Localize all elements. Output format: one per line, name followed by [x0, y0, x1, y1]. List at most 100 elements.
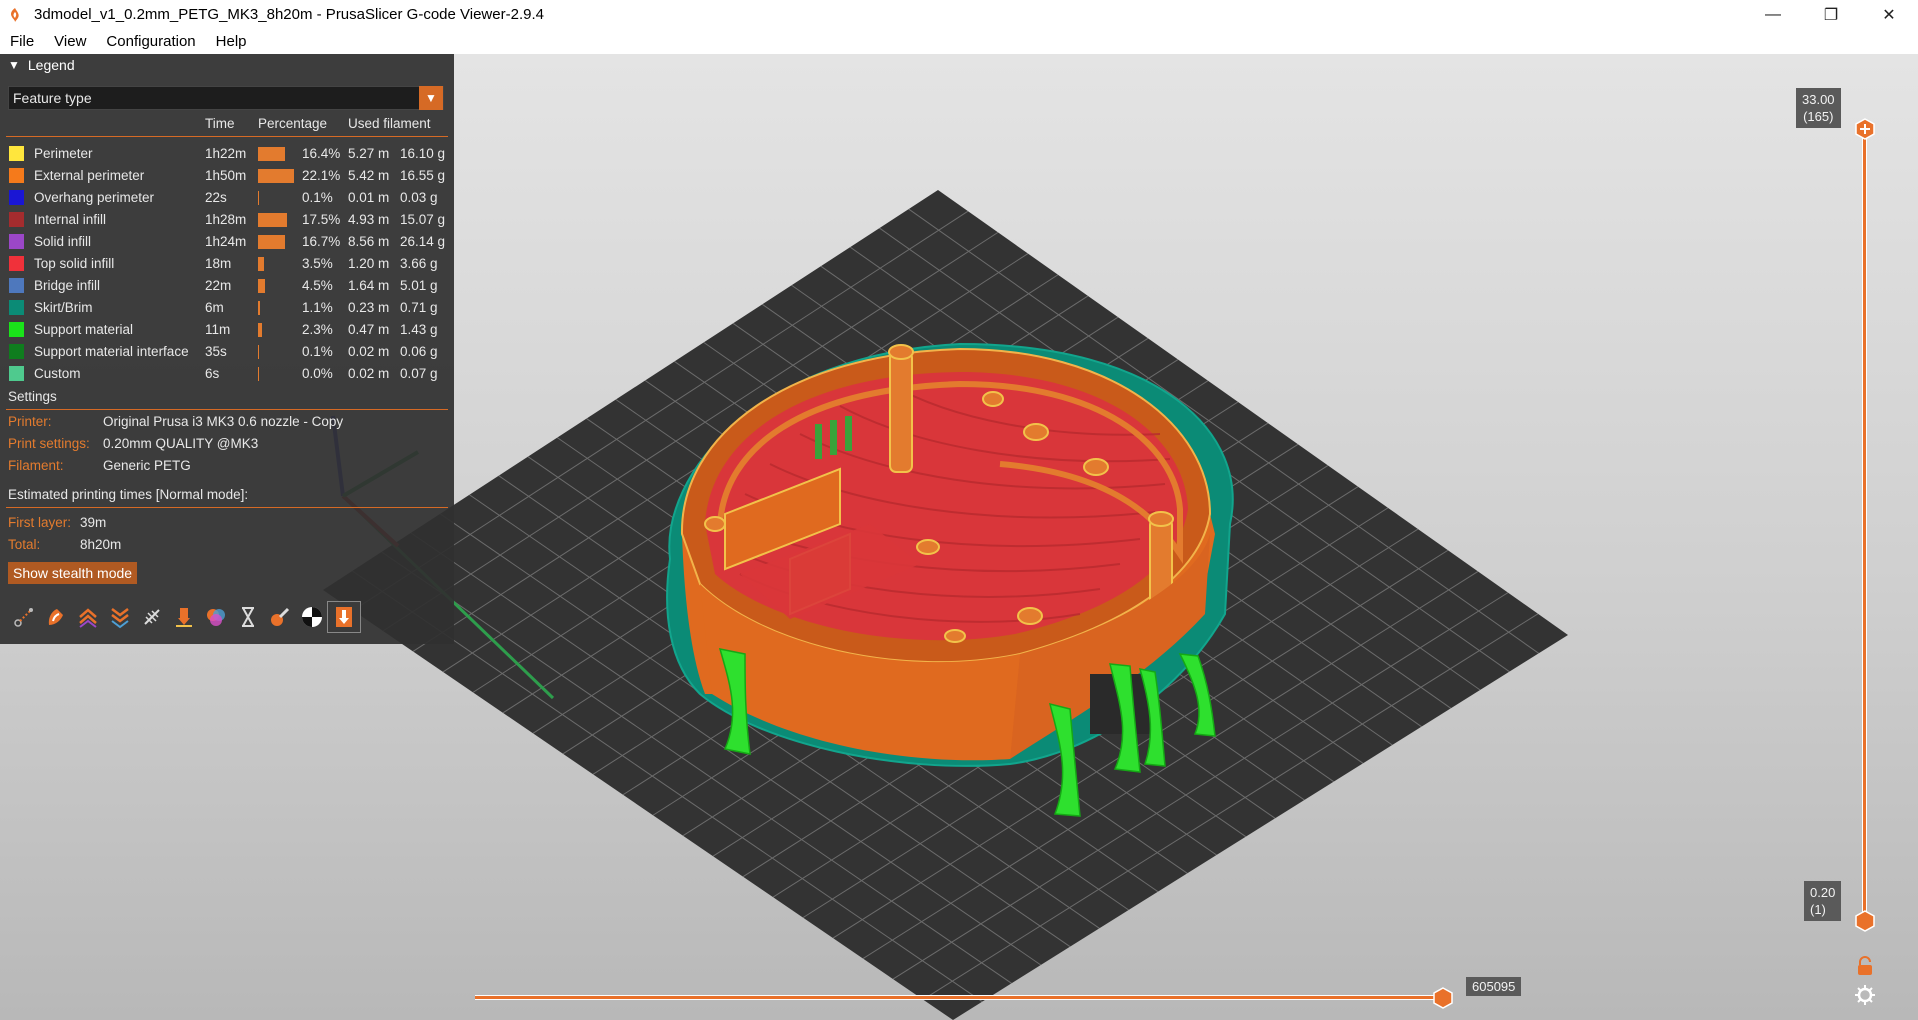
feature-time: 1h24m	[205, 234, 247, 249]
feature-length: 0.47 m	[348, 322, 390, 337]
legend-toolbar	[8, 601, 361, 633]
feature-percentage-bar	[258, 345, 259, 359]
feature-time: 6m	[205, 300, 224, 315]
feature-row[interactable]: Support material 11m 2.3% 0.47 m 1.43 g	[0, 319, 454, 341]
filament-value: Generic PETG	[103, 458, 191, 473]
layer-slider-track[interactable]	[1862, 128, 1867, 926]
travel-icon[interactable]	[8, 602, 40, 632]
layer-slider-bottom-thumb[interactable]	[1854, 910, 1876, 932]
feature-row[interactable]: Solid infill 1h24m 16.7% 8.56 m 26.14 g	[0, 231, 454, 253]
settings-heading: Settings	[8, 389, 57, 404]
menu-help[interactable]: Help	[206, 29, 257, 54]
lock-icon[interactable]	[1856, 956, 1878, 978]
feature-length: 1.20 m	[348, 256, 390, 271]
total-row: Total: 8h20m	[8, 537, 448, 557]
feature-weight: 3.66 g	[400, 256, 438, 271]
print-settings-value: 0.20mm QUALITY @MK3	[103, 436, 259, 451]
feature-color-swatch	[9, 234, 24, 249]
legend-header[interactable]: ▼ Legend	[0, 54, 454, 76]
feature-time: 1h50m	[205, 168, 247, 183]
deretractions-icon[interactable]	[104, 602, 136, 632]
show-stealth-mode-button[interactable]: Show stealth mode	[8, 562, 138, 584]
feature-row[interactable]: Skirt/Brim 6m 1.1% 0.23 m 0.71 g	[0, 297, 454, 319]
feature-weight: 15.07 g	[400, 212, 446, 227]
filament-label: Filament:	[8, 458, 64, 473]
custom-gcode-icon[interactable]	[264, 602, 296, 632]
center-of-gravity-icon[interactable]	[296, 602, 328, 632]
feature-length: 0.02 m	[348, 366, 390, 381]
feature-length: 0.01 m	[348, 190, 390, 205]
feature-row[interactable]: Custom 6s 0.0% 0.02 m 0.07 g	[0, 363, 454, 385]
menu-file[interactable]: File	[0, 29, 44, 54]
combo-arrow-icon[interactable]: ▼	[419, 86, 443, 110]
feature-name: Perimeter	[34, 146, 93, 161]
feature-name: Internal infill	[34, 212, 107, 227]
seams-icon[interactable]	[136, 602, 168, 632]
close-button[interactable]: ✕	[1860, 0, 1918, 29]
feature-color-swatch	[9, 366, 24, 381]
feature-percentage: 4.5%	[302, 278, 333, 293]
tool-marker-icon[interactable]	[327, 601, 361, 633]
tool-changes-icon[interactable]	[168, 602, 200, 632]
menu-configuration[interactable]: Configuration	[96, 29, 205, 54]
feature-name: Top solid infill	[34, 256, 115, 271]
bottom-layer-number: (1)	[1810, 902, 1826, 917]
feature-weight: 0.06 g	[400, 344, 438, 359]
layer-slider-top-label: 33.00 (165)	[1796, 88, 1841, 128]
feature-percentage-bar	[258, 235, 285, 249]
feature-percentage-bar	[258, 279, 265, 293]
printer-label: Printer:	[8, 414, 52, 429]
wipe-icon[interactable]	[40, 602, 72, 632]
retractions-icon[interactable]	[72, 602, 104, 632]
feature-time: 22s	[205, 190, 227, 205]
feature-row[interactable]: Internal infill 1h28m 17.5% 4.93 m 15.07 g	[0, 209, 454, 231]
printer-value: Original Prusa i3 MK3 0.6 nozzle - Copy	[103, 414, 344, 429]
feature-weight: 1.43 g	[400, 322, 438, 337]
legend-panel: ▼ Legend Feature type ▼ Time Percentage …	[0, 54, 454, 644]
col-time: Time	[205, 116, 235, 131]
view-type-value: Feature type	[13, 90, 92, 106]
feature-time: 18m	[205, 256, 232, 271]
layer-slider-top-thumb[interactable]	[1854, 118, 1876, 140]
pause-icon[interactable]	[232, 602, 264, 632]
feature-length: 8.56 m	[348, 234, 390, 249]
minimize-button[interactable]: —	[1744, 0, 1802, 29]
legend-title: Legend	[27, 57, 75, 73]
feature-percentage: 16.7%	[302, 234, 341, 249]
feature-percentage-bar	[258, 301, 260, 315]
feature-weight: 16.55 g	[400, 168, 446, 183]
feature-row[interactable]: Overhang perimeter 22s 0.1% 0.01 m 0.03 g	[0, 187, 454, 209]
feature-name: Custom	[34, 366, 81, 381]
top-layer-number: (165)	[1803, 109, 1834, 124]
color-changes-icon[interactable]	[200, 602, 232, 632]
feature-weight: 0.03 g	[400, 190, 438, 205]
feature-name: Solid infill	[34, 234, 92, 249]
feature-length: 1.64 m	[348, 278, 390, 293]
view-type-combo[interactable]: Feature type ▼	[8, 86, 444, 110]
moves-slider-thumb[interactable]	[1432, 987, 1454, 1009]
layer-slider-bottom-label: 0.20 (1)	[1804, 881, 1842, 921]
first-layer-label: First layer:	[8, 515, 72, 530]
settings-cog-icon[interactable]	[1854, 984, 1876, 1006]
feature-row[interactable]: External perimeter 1h50m 22.1% 5.42 m 16.55 …	[0, 165, 454, 187]
maximize-button[interactable]: ❐	[1802, 0, 1860, 29]
collapse-triangle-icon[interactable]: ▼	[8, 58, 20, 72]
separator	[6, 136, 448, 137]
feature-percentage-bar	[258, 191, 259, 205]
feature-weight: 26.14 g	[400, 234, 446, 249]
feature-row[interactable]: Bridge infill 22m 4.5% 1.64 m 5.01 g	[0, 275, 454, 297]
moves-slider-track[interactable]	[475, 995, 1443, 1000]
feature-color-swatch	[9, 190, 24, 205]
menu-view[interactable]: View	[44, 29, 96, 54]
feature-row[interactable]: Top solid infill 18m 3.5% 1.20 m 3.66 g	[0, 253, 454, 275]
feature-row[interactable]: Perimeter 1h22m 16.4% 5.27 m 16.10 g	[0, 143, 454, 165]
first-layer-value: 39m	[80, 515, 107, 530]
window-controls: — ❐ ✕	[1744, 0, 1918, 29]
feature-weight: 0.71 g	[400, 300, 438, 315]
feature-name: Support material	[34, 322, 134, 337]
gcode-3d-viewport[interactable]: ▼ Legend Feature type ▼ Time Percentage …	[0, 54, 1918, 1020]
feature-row[interactable]: Support material interface 35s 0.1% 0.02 m 0…	[0, 341, 454, 363]
top-layer-height: 33.00	[1802, 92, 1835, 107]
prusaslicer-app-icon	[6, 6, 24, 24]
feature-time: 1h28m	[205, 212, 247, 227]
